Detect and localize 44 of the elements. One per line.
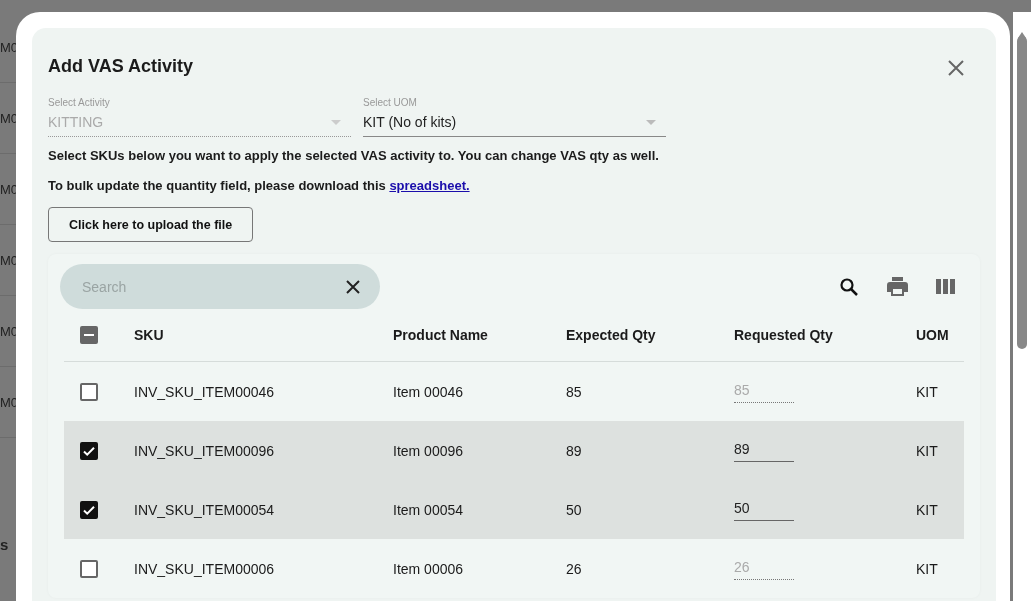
column-header: UOM: [916, 327, 950, 343]
table-cell-text: 50: [566, 501, 583, 518]
checkbox[interactable]: [80, 326, 98, 344]
search-input[interactable]: Search: [80, 277, 304, 296]
column-header: Product Name: [393, 327, 489, 343]
select-field[interactable]: Select UOM KIT (No of kits): [363, 97, 666, 137]
search-icon[interactable]: [838, 275, 860, 298]
table-cell-text: KIT: [916, 501, 939, 518]
checkbox[interactable]: [80, 441, 98, 460]
background-text: s: [0, 536, 9, 553]
print-icon[interactable]: [886, 275, 908, 298]
table-cell-text: 89: [566, 442, 583, 459]
table-cell-text: INV_SKU_ITEM00046: [134, 383, 276, 400]
table-cell-text: Item 00046: [393, 383, 465, 400]
column-header: SKU: [134, 327, 165, 343]
table-cell-text: INV_SKU_ITEM00096: [134, 442, 276, 459]
instruction-text: Select SKUs below you want to apply the selected VAS activity to. You can change VAS qty as well.: [48, 147, 660, 165]
table-cell-text: 85: [566, 383, 583, 400]
quantity-field[interactable]: 50: [734, 498, 794, 521]
table-cell-text: INV_SKU_ITEM00006: [134, 560, 276, 577]
table-cell-text: INV_SKU_ITEM00054: [134, 501, 276, 518]
table-cell-text: Item 00006: [393, 560, 465, 577]
caret-icon: [331, 120, 341, 125]
scrollbar[interactable]: [1013, 12, 1031, 601]
bulk-update-text: To bulk update the quantity field, please download this spreadsheet.: [48, 177, 471, 195]
quantity-field[interactable]: 89: [734, 439, 794, 462]
caret-icon: [646, 120, 656, 125]
table-cell-text: KIT: [916, 442, 939, 459]
table-cell-text: 26: [566, 560, 583, 577]
column-header: Expected Qty: [566, 327, 657, 343]
minus-icon: [84, 334, 94, 336]
search-field[interactable]: Search: [60, 264, 380, 309]
checkbox[interactable]: [80, 382, 98, 401]
dialog-title: Add VAS Activity: [48, 56, 194, 77]
column-header: Requested Qty: [734, 327, 834, 343]
upload-button[interactable]: Click here to upload the file: [48, 207, 254, 242]
checkbox[interactable]: [80, 500, 98, 519]
table-cell-text: KIT: [916, 383, 939, 400]
table-cell-text: Item 00054: [393, 501, 465, 518]
table-cell-text: KIT: [916, 560, 939, 577]
close-icon[interactable]: [946, 58, 966, 78]
table-cell-text: Item 00096: [393, 442, 465, 459]
checkbox[interactable]: [80, 559, 98, 578]
spreadsheet-link[interactable]: spreadsheet.: [389, 178, 470, 193]
